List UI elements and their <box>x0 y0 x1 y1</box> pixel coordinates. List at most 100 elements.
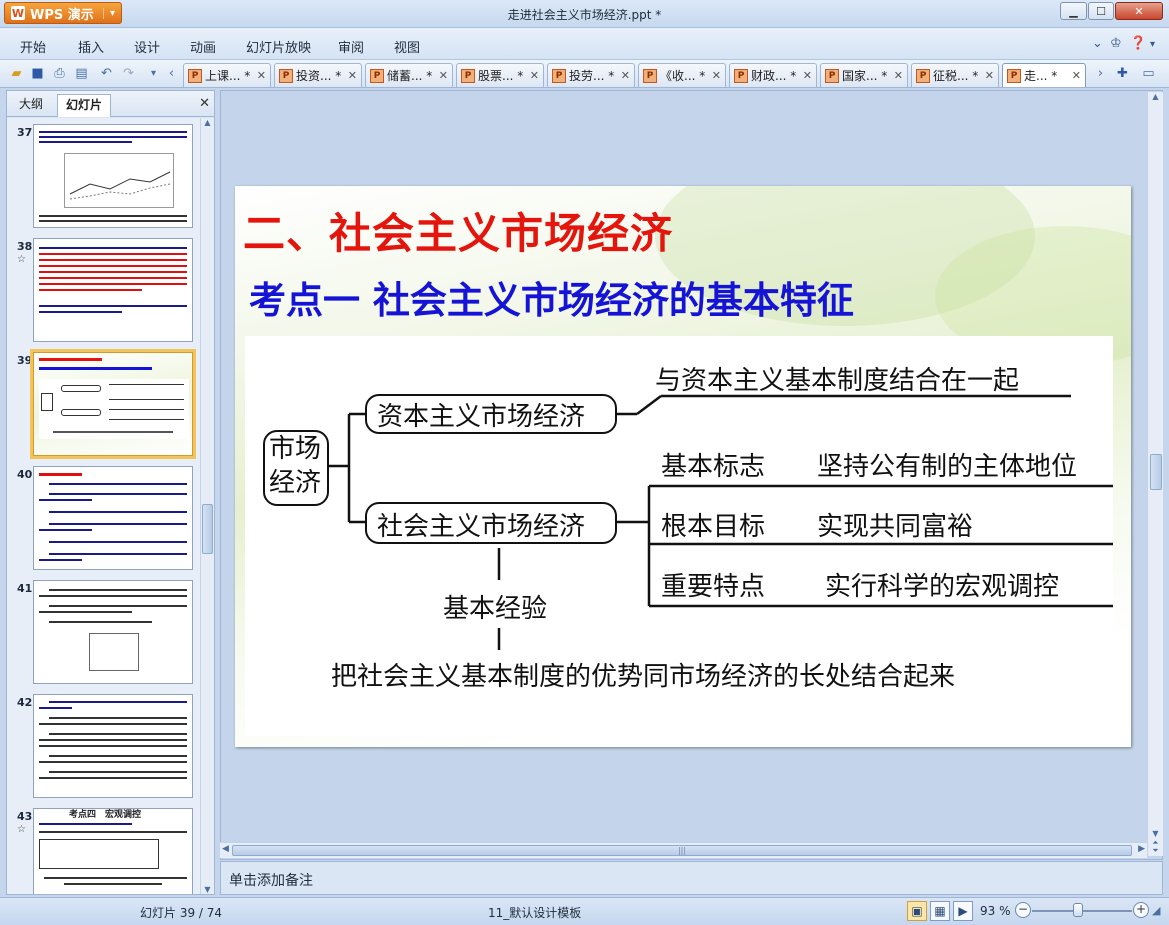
menu-design[interactable]: 设计 <box>134 37 160 56</box>
thumbnail-list[interactable]: 37 38 ☆ 39 40 41 42 43 ☆ 考点四 宏观调控 <box>7 118 201 894</box>
scroll-down-icon[interactable]: ▼ <box>201 885 214 894</box>
close-tab-icon[interactable]: ✕ <box>254 69 266 82</box>
doc-tab[interactable]: P 《收... * ✕ <box>638 63 726 87</box>
slide-canvas[interactable]: 二、社会主义市场经济 考点一 社会主义市场经济的基本特征 市场 经济 资本主义市… <box>235 186 1131 747</box>
doc-tab[interactable]: P 征税... * ✕ <box>911 63 999 87</box>
customize-toolbar-icon[interactable]: ▾ <box>145 65 162 82</box>
panel-scrollbar[interactable]: ▲ ▼ <box>200 118 214 894</box>
doc-tab-modified: * <box>517 68 524 83</box>
doc-tab-label: 国家... <box>842 69 878 83</box>
menu-home[interactable]: 开始 <box>20 37 46 56</box>
new-tab-icon[interactable]: ✚ <box>1114 65 1131 82</box>
menu-review[interactable]: 审阅 <box>338 37 364 56</box>
undo-icon[interactable]: ↶ <box>98 65 115 82</box>
doc-tab[interactable]: P 投资... * ✕ <box>274 63 362 87</box>
editor-hscroll-thumb[interactable]: ||| <box>232 845 1132 856</box>
close-tab-icon[interactable]: ✕ <box>800 69 812 82</box>
notes-placeholder[interactable]: 单击添加备注 <box>229 870 313 890</box>
skin-icon[interactable]: ♔ <box>1110 36 1122 51</box>
resize-grip-icon[interactable]: ◢ <box>1152 904 1160 917</box>
tab-list-icon[interactable]: ▭ <box>1140 65 1157 82</box>
slide-thumbnail[interactable] <box>33 238 193 342</box>
slides-panel: 大纲 幻灯片 ✕ 37 38 ☆ 39 40 41 42 43 ☆ 考点四 宏观… <box>6 90 215 895</box>
maximize-button[interactable]: ☐ <box>1088 2 1114 20</box>
close-tab-icon[interactable]: ✕ <box>345 69 357 82</box>
editor-horizontal-scrollbar[interactable]: ◀ ||| ▶ <box>220 842 1147 858</box>
doc-tab-modified: * <box>335 68 342 83</box>
close-tab-icon[interactable]: ✕ <box>709 69 721 82</box>
slide-star-icon: ☆ <box>17 254 26 265</box>
menu-insert[interactable]: 插入 <box>78 37 104 56</box>
zoom-in-icon[interactable]: + <box>1133 902 1149 918</box>
slide-number: 41 <box>17 582 33 595</box>
panel-scroll-thumb[interactable] <box>202 504 213 554</box>
concept-diagram[interactable]: 市场 经济 资本主义市场经济 与资本主义基本制度结合在一起 社会主义市场经济 基… <box>245 336 1113 736</box>
slide-subtitle[interactable]: 考点一 社会主义市场经济的基本特征 <box>249 270 854 324</box>
scroll-left-icon[interactable]: ◀ <box>222 844 229 854</box>
slide-title[interactable]: 二、社会主义市场经济 <box>243 200 673 261</box>
zoom-out-icon[interactable]: − <box>1015 902 1031 918</box>
doc-tab-active[interactable]: P 走... * ✕ <box>1002 63 1086 87</box>
scroll-down-icon[interactable]: ▼ <box>1148 829 1163 838</box>
window-title: 走进社会主义市场经济.ppt * <box>507 8 662 22</box>
doc-tab[interactable]: P 上课... * ✕ <box>183 63 271 87</box>
thumb-chart-lines <box>69 171 171 200</box>
minimize-button[interactable]: ▁ <box>1060 2 1087 20</box>
doc-tab-label: 征税... <box>933 69 969 83</box>
tab-slides[interactable]: 幻灯片 <box>57 94 112 117</box>
open-folder-icon[interactable]: ▰ <box>8 65 25 82</box>
save-icon[interactable]: ■ <box>29 65 46 82</box>
next-slide-icon[interactable]: ⏷ <box>1148 846 1163 856</box>
slide-thumbnail[interactable] <box>33 124 193 228</box>
zoom-slider-handle[interactable] <box>1073 903 1083 917</box>
tabs-scroll-right-icon[interactable]: › <box>1092 65 1109 82</box>
menu-bar: 开始 插入 设计 动画 幻灯片放映 审阅 视图 ⌄ ♔ ❓ ▾ <box>0 28 1169 60</box>
notes-pane[interactable]: 单击添加备注 <box>220 861 1163 895</box>
scroll-up-icon[interactable]: ▲ <box>1148 92 1163 101</box>
close-window-button[interactable]: ✕ <box>1115 2 1163 20</box>
print-icon[interactable]: ⎙ <box>51 65 68 82</box>
zoom-level[interactable]: 93 % <box>980 904 1011 918</box>
doc-tab-label: 投资... <box>296 69 332 83</box>
print-preview-icon[interactable]: ▤ <box>73 65 90 82</box>
close-tab-icon[interactable]: ✕ <box>436 69 448 82</box>
scroll-right-icon[interactable]: ▶ <box>1138 844 1145 854</box>
close-panel-icon[interactable]: ✕ <box>199 96 210 111</box>
tabs-scroll-left-icon[interactable]: ‹ <box>163 65 180 82</box>
slide-thumbnail-selected[interactable] <box>30 349 196 459</box>
doc-tab[interactable]: P 国家... * ✕ <box>820 63 908 87</box>
doc-tab[interactable]: P 投劳... * ✕ <box>547 63 635 87</box>
close-tab-icon[interactable]: ✕ <box>1069 69 1081 82</box>
menu-animation[interactable]: 动画 <box>190 37 216 56</box>
editor-scroll-thumb[interactable] <box>1150 454 1162 490</box>
help-dropdown-icon[interactable]: ▾ <box>1150 39 1155 50</box>
tab-outline[interactable]: 大纲 <box>11 94 51 117</box>
slide-thumbnail[interactable] <box>33 694 193 798</box>
status-bar: 幻灯片 39 / 74 11_默认设计模板 ▣ ▦ ▶ 93 % − + ◢ <box>0 897 1169 925</box>
close-tab-icon[interactable]: ✕ <box>982 69 994 82</box>
help-icon[interactable]: ❓ <box>1130 36 1146 51</box>
scroll-up-icon[interactable]: ▲ <box>201 118 214 127</box>
collapse-ribbon-icon[interactable]: ⌄ <box>1092 36 1103 51</box>
redo-icon[interactable]: ↷ <box>120 65 137 82</box>
doc-tab[interactable]: P 储蓄... * ✕ <box>365 63 453 87</box>
design-template[interactable]: 11_默认设计模板 <box>488 904 581 921</box>
slide-thumbnail[interactable] <box>33 580 193 684</box>
menu-slideshow[interactable]: 幻灯片放映 <box>246 37 311 56</box>
close-tab-icon[interactable]: ✕ <box>527 69 539 82</box>
slide-thumbnail[interactable]: 考点四 宏观调控 <box>33 808 193 894</box>
slide-thumbnail[interactable] <box>33 466 193 570</box>
close-tab-icon[interactable]: ✕ <box>891 69 903 82</box>
menu-view[interactable]: 视图 <box>394 37 420 56</box>
slide-number: 39 <box>17 354 33 367</box>
ppt-file-icon: P <box>643 68 657 83</box>
editor-vertical-scrollbar[interactable]: ▲ ▼ ⏶ ⏷ <box>1147 92 1163 856</box>
slideshow-view-icon[interactable]: ▶ <box>953 901 973 921</box>
doc-tab[interactable]: P 财政... * ✕ <box>729 63 817 87</box>
slide-sorter-icon[interactable]: ▦ <box>930 901 950 921</box>
doc-tab[interactable]: P 股票... * ✕ <box>456 63 544 87</box>
normal-view-icon[interactable]: ▣ <box>907 901 927 921</box>
doc-tab-label: 财政... <box>751 69 787 83</box>
close-tab-icon[interactable]: ✕ <box>618 69 630 82</box>
doc-tab-modified: * <box>1051 68 1058 83</box>
